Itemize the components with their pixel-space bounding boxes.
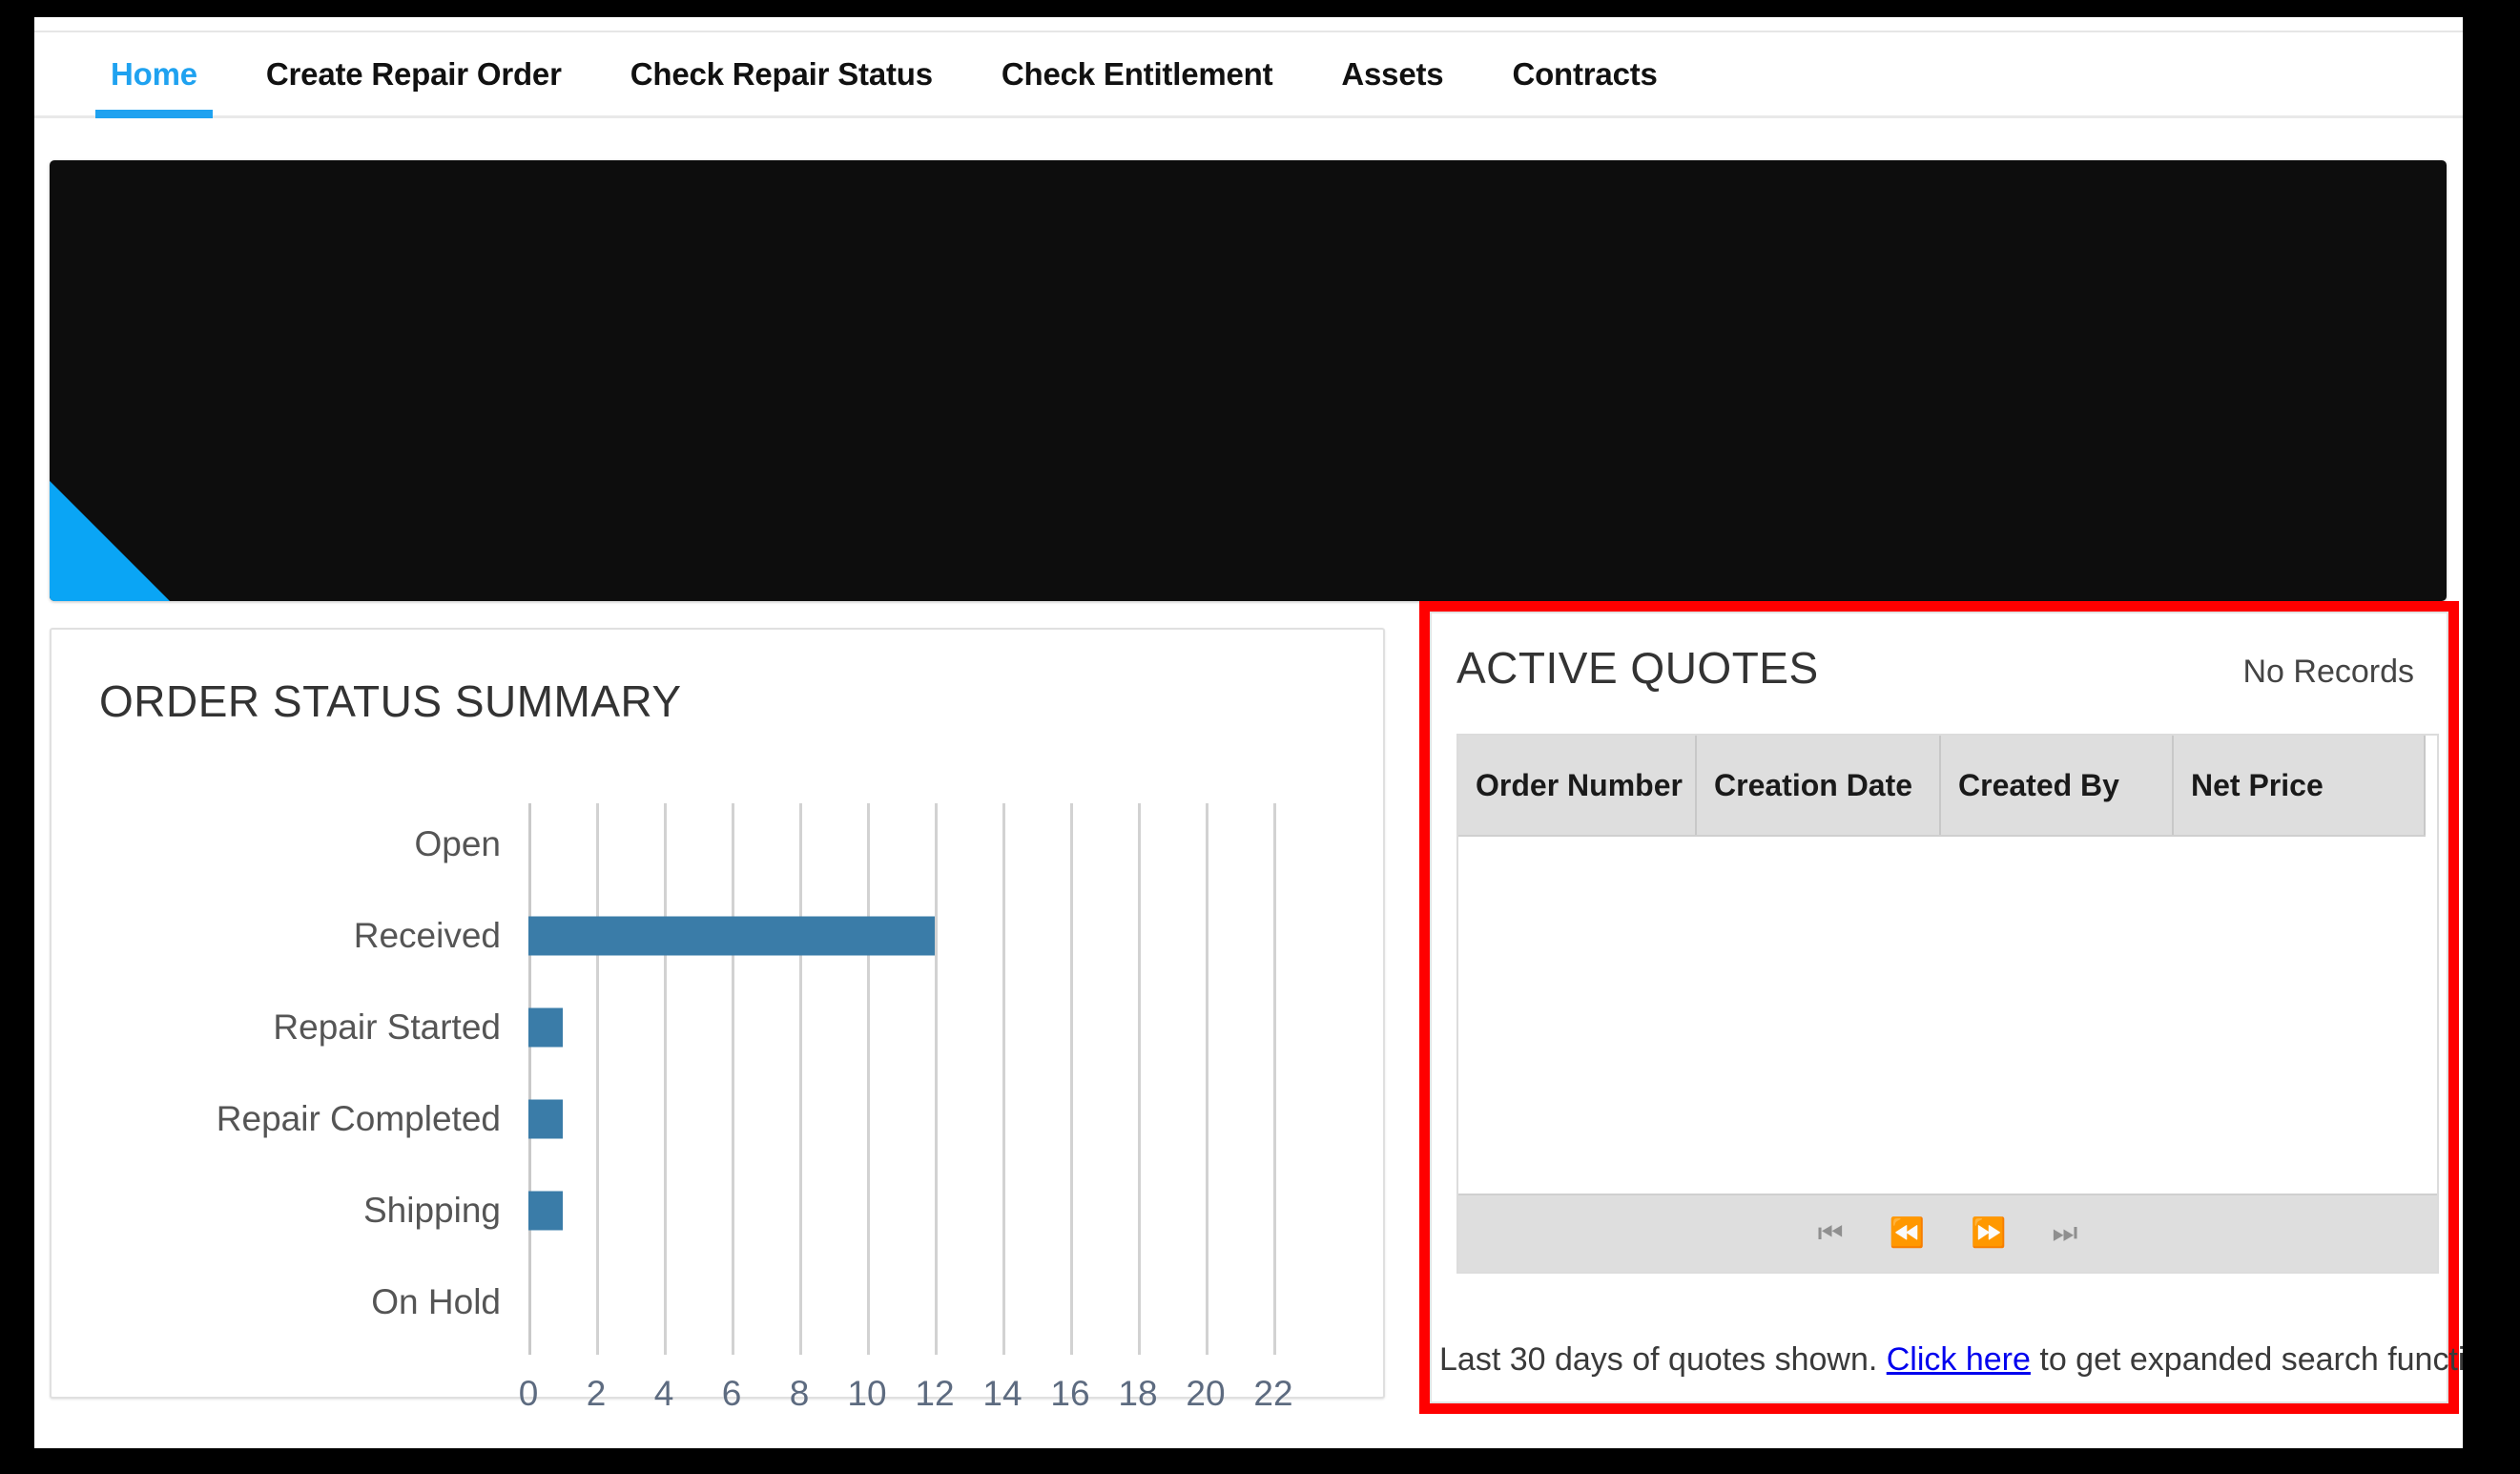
pagination-previous-icon[interactable]: ⏪ [1890, 1219, 1925, 1248]
chart-row-repair-completed: Repair Completed [52, 1078, 1383, 1160]
chart-label-shipping: Shipping [362, 1191, 501, 1230]
xtick-20: 20 [1186, 1374, 1226, 1413]
table-header-row: Order Number Creation Date Created By Ne… [1458, 736, 2426, 837]
table-body-empty [1458, 837, 2437, 1194]
xtick-4: 4 [653, 1374, 674, 1413]
chart-bar-repair-completed [528, 1099, 563, 1139]
column-header-order-number[interactable]: Order Number [1458, 736, 1697, 835]
order-status-summary-title: ORDER STATUS SUMMARY [99, 676, 682, 726]
chart-label-received: Received [353, 916, 501, 955]
nav-tab-assets[interactable]: Assets [1307, 32, 1477, 115]
active-quotes-header: ACTIVE QUOTES No Records [1432, 613, 2447, 734]
active-quotes-table: Order Number Creation Date Created By Ne… [1456, 734, 2439, 1274]
chart-label-on-hold: On Hold [371, 1282, 501, 1321]
nav-tab-check-repair-status-label: Check Repair Status [630, 55, 933, 92]
table-pagination-bar: ⏮ ⏪ ⏩ ⏭ [1458, 1194, 2437, 1272]
xtick-22: 22 [1253, 1374, 1293, 1413]
expanded-search-link[interactable]: Click here [1887, 1341, 2031, 1378]
pagination-next-icon[interactable]: ⏩ [1971, 1219, 2006, 1248]
nav-tab-create-repair-order-label: Create Repair Order [265, 55, 562, 92]
chart-row-on-hold: On Hold [52, 1261, 1383, 1343]
chart-row-received: Received [52, 895, 1383, 977]
nav-tab-home-label: Home [111, 55, 197, 92]
xtick-6: 6 [721, 1374, 742, 1413]
pagination-last-icon[interactable]: ⏭ [2052, 1219, 2077, 1248]
order-status-summary-card: ORDER STATUS SUMMARY Open Received Repai… [50, 628, 1385, 1413]
nav-tab-check-entitlement[interactable]: Check Entitlement [967, 32, 1308, 115]
active-quotes-title: ACTIVE QUOTES [1456, 643, 1819, 693]
column-header-creation-date[interactable]: Creation Date [1697, 736, 1941, 835]
xtick-0: 0 [518, 1374, 539, 1413]
xtick-12: 12 [915, 1374, 955, 1413]
xtick-14: 14 [982, 1374, 1022, 1413]
chart-row-shipping: Shipping [52, 1170, 1383, 1252]
active-quotes-highlight-box: ACTIVE QUOTES No Records Order Number Cr… [1419, 601, 2463, 1414]
hero-banner [50, 160, 2447, 601]
active-quotes-card: ACTIVE QUOTES No Records Order Number Cr… [1430, 612, 2463, 1403]
chart-label-open: Open [414, 824, 501, 863]
active-quotes-note-prefix: Last 30 days of quotes shown. [1439, 1341, 1887, 1378]
column-header-net-price[interactable]: Net Price [2174, 736, 2426, 835]
nav-tab-contracts[interactable]: Contracts [1477, 32, 1691, 115]
xtick-2: 2 [586, 1374, 607, 1413]
nav-tab-create-repair-order[interactable]: Create Repair Order [232, 32, 596, 115]
brand-triangle-accent [50, 481, 170, 601]
order-status-bar-chart: Open Received Repair Started Repair Comp… [52, 763, 1383, 1413]
nav-tab-assets-label: Assets [1341, 55, 1444, 92]
xtick-18: 18 [1118, 1374, 1158, 1413]
screen-frame: Home Create Repair Order Check Repair St… [0, 0, 2520, 1474]
nav-tab-list: Home Create Repair Order Check Repair St… [76, 32, 1692, 118]
chart-bar-shipping [528, 1191, 563, 1231]
xtick-16: 16 [1050, 1374, 1090, 1413]
xtick-10: 10 [847, 1374, 887, 1413]
active-quotes-status: No Records [2242, 654, 2414, 690]
xtick-8: 8 [789, 1374, 810, 1413]
active-quotes-note: Last 30 days of quotes shown. Click here… [1439, 1341, 2463, 1379]
column-header-created-by[interactable]: Created By [1941, 736, 2174, 835]
chart-label-repair-completed: Repair Completed [216, 1099, 501, 1138]
nav-tab-home[interactable]: Home [76, 32, 232, 118]
nav-tab-contracts-label: Contracts [1512, 55, 1658, 92]
chart-row-repair-started: Repair Started [52, 986, 1383, 1069]
main-navigation: Home Create Repair Order Check Repair St… [34, 31, 2463, 118]
chart-bar-received [528, 916, 935, 956]
chart-label-repair-started: Repair Started [273, 1007, 501, 1047]
chart-bar-repair-started [528, 1007, 563, 1048]
nav-tab-check-entitlement-label: Check Entitlement [1001, 55, 1273, 92]
page-root: Home Create Repair Order Check Repair St… [34, 17, 2463, 1448]
active-quotes-note-suffix: to get expanded search function. [2030, 1341, 2463, 1378]
chart-row-open: Open [52, 803, 1383, 885]
nav-tab-check-repair-status[interactable]: Check Repair Status [596, 32, 967, 115]
pagination-first-icon[interactable]: ⏮ [1818, 1219, 1844, 1248]
